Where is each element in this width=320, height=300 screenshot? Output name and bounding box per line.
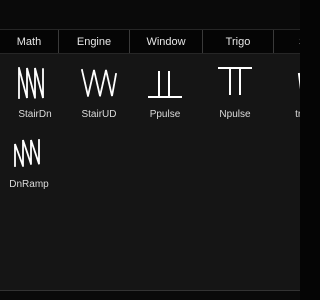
function-label: tra (295, 109, 300, 120)
function-item-dnramp[interactable]: DnRamp (0, 124, 64, 190)
tab-engine[interactable]: Engine (59, 30, 130, 53)
footer-strip (0, 290, 300, 300)
function-label: DnRamp (9, 179, 49, 190)
function-label: StairDn (18, 109, 52, 120)
stair-down-icon (18, 67, 44, 99)
positive-pulse-icon (148, 71, 182, 98)
function-label: StairUD (81, 109, 117, 120)
tab-window[interactable]: Window (130, 30, 203, 53)
function-label: Ppulse (149, 109, 181, 120)
function-item-ppulse[interactable]: Ppulse (130, 54, 200, 120)
triangle-wave-icon (297, 72, 300, 90)
header-strip (0, 0, 300, 29)
function-item-tra[interactable]: tra (266, 54, 300, 120)
tab-trigo[interactable]: Trigo (203, 30, 274, 53)
category-tab-bar: Math Engine Window Trigo S (0, 29, 300, 54)
down-ramp-icon (14, 139, 40, 167)
stair-up-down-icon (80, 68, 118, 97)
tab-s[interactable]: S (274, 30, 300, 53)
function-item-stairdn[interactable]: StairDn (0, 54, 70, 120)
function-item-npulse[interactable]: Npulse (200, 54, 270, 120)
tab-math[interactable]: Math (0, 30, 59, 53)
negative-pulse-icon (218, 67, 252, 95)
function-item-stairud[interactable]: StairUD (64, 54, 134, 120)
function-grid-panel: StairDn StairUD Ppulse Npulse tr DnRamp (0, 54, 300, 290)
function-label: Npulse (219, 109, 251, 120)
function-browser: Math Engine Window Trigo S StairDn (0, 0, 300, 300)
